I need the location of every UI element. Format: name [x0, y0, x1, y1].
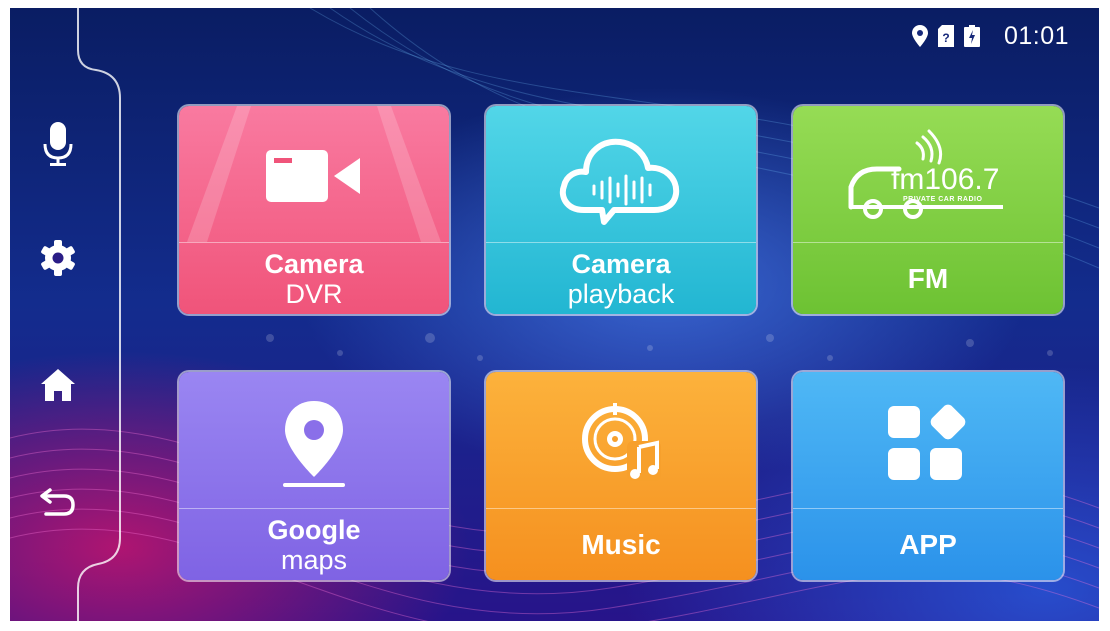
- google-maps-label: Google maps: [179, 510, 449, 580]
- tile-divider: [793, 508, 1063, 509]
- sidebar-divider: [77, 8, 121, 621]
- app-label: APP: [793, 510, 1063, 580]
- sim-card-icon: ?: [937, 25, 954, 47]
- tile-divider: [486, 242, 756, 243]
- fm-icon-area: fm106.7 PRIVATE CAR RADIO: [793, 106, 1063, 242]
- camera-dvr-tile[interactable]: Camera DVR: [179, 106, 449, 314]
- app-icon-area: [793, 372, 1063, 508]
- status-bar: ? 01:01: [911, 21, 1069, 51]
- fm-label: FM: [793, 244, 1063, 314]
- fm-label-text: FM: [907, 263, 949, 294]
- camera-playback-label-line2: playback: [567, 279, 675, 309]
- tile-divider: [486, 508, 756, 509]
- tile-divider: [179, 242, 449, 243]
- music-disc-icon: [582, 403, 661, 481]
- cloud-audio-icon: [559, 138, 680, 225]
- camera-dvr-label-line2: DVR: [285, 279, 343, 309]
- fm-tile[interactable]: fm106.7 PRIVATE CAR RADIO FM: [793, 106, 1063, 314]
- gear-icon: [41, 240, 75, 276]
- microphone-button[interactable]: [34, 120, 82, 168]
- camera-dvr-label: Camera DVR: [179, 244, 449, 314]
- home-screen: ? 01:01 Camera DVR Camera playback fm106…: [10, 8, 1099, 621]
- camera-playback-tile[interactable]: Camera playback: [486, 106, 756, 314]
- fm-logo-subtext: PRIVATE CAR RADIO: [903, 196, 982, 203]
- google-maps-label-line1: Google: [267, 515, 361, 545]
- status-clock: 01:01: [1003, 21, 1069, 50]
- fm-radio-logo: fm106.7 PRIVATE CAR RADIO: [848, 129, 1003, 219]
- location-icon: [911, 25, 928, 47]
- music-label: Music: [486, 510, 756, 580]
- back-button[interactable]: [34, 476, 82, 524]
- google-maps-label-line2: maps: [280, 545, 348, 575]
- camera-playback-label-line1: Camera: [571, 249, 671, 279]
- home-icon: [41, 369, 75, 401]
- fm-logo-text: fm106.7: [891, 163, 999, 196]
- sidebar: [10, 8, 130, 621]
- google-maps-icon-area: [179, 372, 449, 508]
- back-icon: [40, 488, 75, 516]
- tile-divider: [793, 242, 1063, 243]
- settings-button[interactable]: [34, 234, 82, 282]
- camera-dvr-icon-area: [179, 106, 449, 242]
- tile-divider: [179, 508, 449, 509]
- music-tile[interactable]: Music: [486, 372, 756, 580]
- video-camera-icon: [266, 150, 360, 202]
- svg-text:?: ?: [942, 31, 949, 45]
- camera-playback-icon-area: [486, 106, 756, 242]
- app-tile[interactable]: APP: [793, 372, 1063, 580]
- home-button[interactable]: [34, 361, 82, 409]
- apps-grid-icon: [888, 404, 966, 480]
- battery-icon: [963, 25, 980, 47]
- music-label-text: Music: [581, 529, 661, 560]
- google-maps-tile[interactable]: Google maps: [179, 372, 449, 580]
- map-pin-icon: [283, 401, 345, 487]
- camera-dvr-label-line1: Camera: [264, 249, 364, 279]
- camera-playback-label: Camera playback: [486, 244, 756, 314]
- microphone-icon: [43, 122, 73, 166]
- music-icon-area: [486, 372, 756, 508]
- app-label-text: APP: [899, 529, 957, 560]
